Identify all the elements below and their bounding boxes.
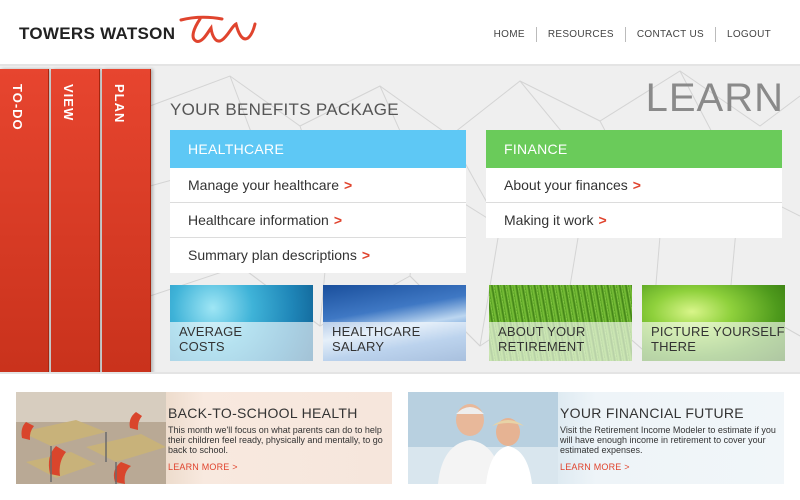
picture-yourself-tile[interactable]: PICTURE YOURSELF THERE [642, 285, 785, 361]
manage-healthcare-link[interactable]: Manage your healthcare > [170, 168, 466, 203]
nav-logout-link[interactable]: LOGOUT [716, 29, 782, 40]
back-to-school-promo: BACK-TO-SCHOOL HEALTH This month we'll f… [16, 392, 392, 484]
package-title: YOUR BENEFITS PACKAGE [170, 100, 399, 119]
tab-view-label: VIEW [61, 84, 76, 122]
site-header: TOWERS WATSON HOME RESOURCES CONTACT US … [0, 0, 800, 64]
retired-couple-image [408, 392, 558, 484]
tile-caption: AVERAGE COSTS [170, 322, 313, 361]
about-retirement-tile[interactable]: ABOUT YOUR RETIREMENT [489, 285, 632, 361]
healthcare-salary-tile[interactable]: HEALTHCARE SALARY [323, 285, 466, 361]
financial-future-promo: YOUR FINANCIAL FUTURE Visit the Retireme… [408, 392, 784, 484]
finance-card: FINANCE About your finances > Making it w… [486, 130, 782, 238]
nav-resources-link[interactable]: RESOURCES [537, 29, 625, 40]
about-finances-link[interactable]: About your finances > [486, 168, 782, 203]
chevron-right-icon: > [333, 212, 343, 228]
learn-more-label: LEARN MORE [560, 462, 622, 472]
chevron-right-icon: > [632, 177, 641, 193]
promo-body: Visit the Retirement Income Modeler to e… [560, 425, 776, 455]
tab-plan[interactable]: PLAN [102, 69, 151, 372]
link-label: About your finances [504, 177, 628, 193]
chevron-right-icon: > [361, 247, 371, 263]
learn-more-link[interactable]: LEARN MORE > [560, 462, 630, 472]
promo-title: BACK-TO-SCHOOL HEALTH [168, 405, 358, 421]
average-costs-tile[interactable]: AVERAGE COSTS [170, 285, 313, 361]
link-label: Making it work [504, 212, 594, 228]
promo-body: This month we'll focus on what parents c… [168, 425, 383, 455]
link-label: Manage your healthcare [188, 177, 339, 193]
learn-more-label: LEARN MORE [168, 462, 230, 472]
healthcare-card-title: HEALTHCARE [170, 130, 466, 168]
nav-contact-link[interactable]: CONTACT US [626, 29, 715, 40]
link-label: Summary plan descriptions [188, 247, 357, 263]
finance-card-title: FINANCE [486, 130, 782, 168]
page: TOWERS WATSON HOME RESOURCES CONTACT US … [0, 0, 800, 500]
chevron-right-icon: > [624, 462, 630, 472]
tab-plan-label: PLAN [112, 84, 127, 124]
tab-to-do-label: TO-DO [10, 84, 25, 131]
promo-title: YOUR FINANCIAL FUTURE [560, 405, 744, 421]
chevron-right-icon: > [344, 177, 353, 193]
section-title: LEARN [645, 76, 784, 120]
logo-text[interactable]: TOWERS WATSON [19, 24, 175, 44]
tab-to-do[interactable]: TO-DO [0, 69, 49, 372]
link-label: Healthcare information [188, 212, 329, 228]
chevron-right-icon: > [598, 212, 607, 228]
chevron-right-icon: > [232, 462, 238, 472]
towers-watson-logo-icon[interactable] [178, 14, 258, 48]
top-navigation: HOME RESOURCES CONTACT US LOGOUT [483, 27, 782, 42]
classroom-desks-image [16, 392, 166, 484]
tile-caption: ABOUT YOUR RETIREMENT [489, 322, 632, 361]
learn-more-link[interactable]: LEARN MORE > [168, 462, 238, 472]
healthcare-card: HEALTHCARE Manage your healthcare > Healt… [170, 130, 466, 273]
making-it-work-link[interactable]: Making it work > [486, 203, 782, 238]
tile-caption: PICTURE YOURSELF THERE [642, 322, 785, 361]
summary-plan-descriptions-link[interactable]: Summary plan descriptions > [170, 238, 466, 273]
benefits-panel: TO-DO VIEW PLAN LEARN YOUR BENEFITS PACK… [0, 64, 800, 374]
tab-view[interactable]: VIEW [51, 69, 100, 372]
tile-caption: HEALTHCARE SALARY [323, 322, 466, 361]
nav-home-link[interactable]: HOME [483, 29, 536, 40]
healthcare-information-link[interactable]: Healthcare information > [170, 203, 466, 238]
